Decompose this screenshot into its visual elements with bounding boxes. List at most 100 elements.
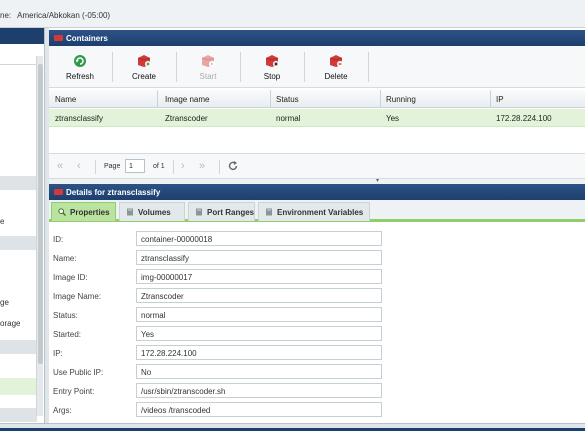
delete-label: Delete <box>324 72 348 81</box>
containers-panel-header: Containers <box>49 30 585 46</box>
left-nav-panel: e ge orage <box>0 28 45 431</box>
delete-button[interactable]: Delete <box>311 46 361 88</box>
reload-icon[interactable] <box>227 160 239 172</box>
details-panel-header: Details for ztransclassify <box>49 184 585 200</box>
stop-container-icon <box>265 55 279 67</box>
create-container-icon <box>137 55 151 67</box>
status-field[interactable]: normal <box>136 307 382 322</box>
timezone-value: America/Abkokan (-05:00) <box>17 11 111 20</box>
start-button[interactable]: Start <box>183 46 233 88</box>
ip-field[interactable]: 172.28.224.100 <box>136 345 382 360</box>
scrollbar-thumb[interactable] <box>38 64 43 364</box>
container-icon <box>54 35 63 41</box>
column-divider <box>157 90 158 108</box>
cell-image: Ztranscoder <box>165 114 208 123</box>
property-row: Use Public IP: No <box>49 362 585 381</box>
property-label: Status: <box>53 311 78 320</box>
last-page-icon[interactable]: » <box>199 160 205 172</box>
tab-properties[interactable]: Properties <box>51 202 116 221</box>
cell-status: normal <box>276 114 301 123</box>
id-field[interactable]: container-00000018 <box>136 231 382 246</box>
property-row: Name: ztransclassify <box>49 248 585 267</box>
args-field[interactable]: /videos /transcoded <box>136 402 382 417</box>
previous-page-icon[interactable]: ‹ <box>77 160 81 172</box>
toolbar-separator <box>240 52 241 82</box>
tab-environment-variables[interactable]: Environment Variables <box>258 202 370 221</box>
property-label: Started: <box>53 330 82 339</box>
image-name-field[interactable]: Ztranscoder <box>136 288 382 303</box>
nav-divider <box>0 64 37 65</box>
cell-name: ztransclassify <box>55 114 104 123</box>
pagination-bar: « ‹ Page of 1 › » <box>49 153 585 179</box>
property-row: Args: /videos /transcoded <box>49 400 585 419</box>
nav-group-band <box>0 408 37 422</box>
name-field[interactable]: ztransclassify <box>136 250 382 265</box>
left-nav-scrollbar[interactable] <box>36 56 43 416</box>
tab-volumes[interactable]: Volumes <box>119 202 185 221</box>
timezone-label: ne: <box>0 11 12 20</box>
table-row[interactable]: ztransclassify Ztranscoder normal Yes 17… <box>49 109 585 127</box>
nav-group-band <box>0 236 37 250</box>
property-label: ID: <box>53 235 64 244</box>
cell-running: Yes <box>386 114 400 123</box>
property-row: Image Name: Ztranscoder <box>49 286 585 305</box>
properties-form: ID: container-00000018 Name: ztransclass… <box>49 225 585 423</box>
property-label: Use Public IP: <box>53 368 104 377</box>
left-nav-header <box>0 28 44 44</box>
page-number-input[interactable] <box>125 159 145 173</box>
image-id-field[interactable]: img-00000017 <box>136 269 382 284</box>
entry-point-field[interactable]: /usr/sbin/ztranscoder.sh <box>136 383 382 398</box>
refresh-button[interactable]: Refresh <box>55 46 105 88</box>
toolbar-separator <box>176 52 177 82</box>
next-page-icon[interactable]: › <box>181 160 185 172</box>
property-label: IP: <box>53 349 63 358</box>
use-public-ip-field[interactable]: No <box>136 364 382 379</box>
pager-separator <box>95 160 96 174</box>
pager-separator <box>173 160 174 174</box>
first-page-icon[interactable]: « <box>57 160 63 172</box>
column-header-ip[interactable]: IP <box>496 95 504 104</box>
nav-item-2[interactable]: ge <box>0 298 9 307</box>
column-header-image[interactable]: Image name <box>165 95 209 104</box>
page-label: Page <box>104 163 121 170</box>
toolbar-separator <box>304 52 305 82</box>
table-header: Name Image name Status Running IP <box>49 90 585 108</box>
create-button[interactable]: Create <box>119 46 169 88</box>
column-divider <box>380 90 381 108</box>
pager-separator <box>219 160 220 174</box>
property-label: Name: <box>53 254 77 263</box>
containers-toolbar: Refresh Create Start Stop Delete <box>49 46 585 88</box>
volume-icon <box>127 208 133 216</box>
containers-table: Name Image name Status Running IP ztrans… <box>49 90 585 152</box>
timezone-display: ne: America/Abkokan (-05:00) <box>0 11 110 20</box>
environment-icon <box>266 208 272 216</box>
property-label: Image Name: <box>53 292 102 301</box>
column-header-name[interactable]: Name <box>55 95 76 104</box>
create-label: Create <box>131 72 156 81</box>
start-label: Start <box>199 72 217 81</box>
details-title: Details for ztransclassify <box>66 188 161 197</box>
stop-button[interactable]: Stop <box>247 46 297 88</box>
tab-volumes-label: Volumes <box>138 208 171 217</box>
port-icon <box>196 208 202 216</box>
property-label: Entry Point: <box>53 387 95 396</box>
nav-item-selected[interactable] <box>0 378 37 395</box>
toolbar-separator <box>368 52 369 82</box>
property-row: ID: container-00000018 <box>49 229 585 248</box>
container-icon <box>54 189 63 195</box>
started-field[interactable]: Yes <box>136 326 382 341</box>
column-header-status[interactable]: Status <box>276 95 299 104</box>
nav-item-1[interactable]: e <box>0 217 4 226</box>
column-header-running[interactable]: Running <box>386 95 416 104</box>
tab-port-ranges[interactable]: Port Ranges <box>188 202 255 221</box>
magnifier-icon <box>58 208 66 216</box>
cell-ip: 172.28.224.100 <box>496 114 552 123</box>
nav-group-band <box>0 176 37 190</box>
nav-item-3[interactable]: orage <box>0 319 20 328</box>
tab-properties-label: Properties <box>70 208 110 217</box>
tab-port-ranges-label: Port Ranges <box>207 208 255 217</box>
stop-label: Stop <box>263 72 281 81</box>
refresh-label: Refresh <box>65 72 94 81</box>
details-tabs: Properties Volumes Port Ranges Environme… <box>49 200 585 222</box>
delete-container-icon <box>329 55 343 67</box>
